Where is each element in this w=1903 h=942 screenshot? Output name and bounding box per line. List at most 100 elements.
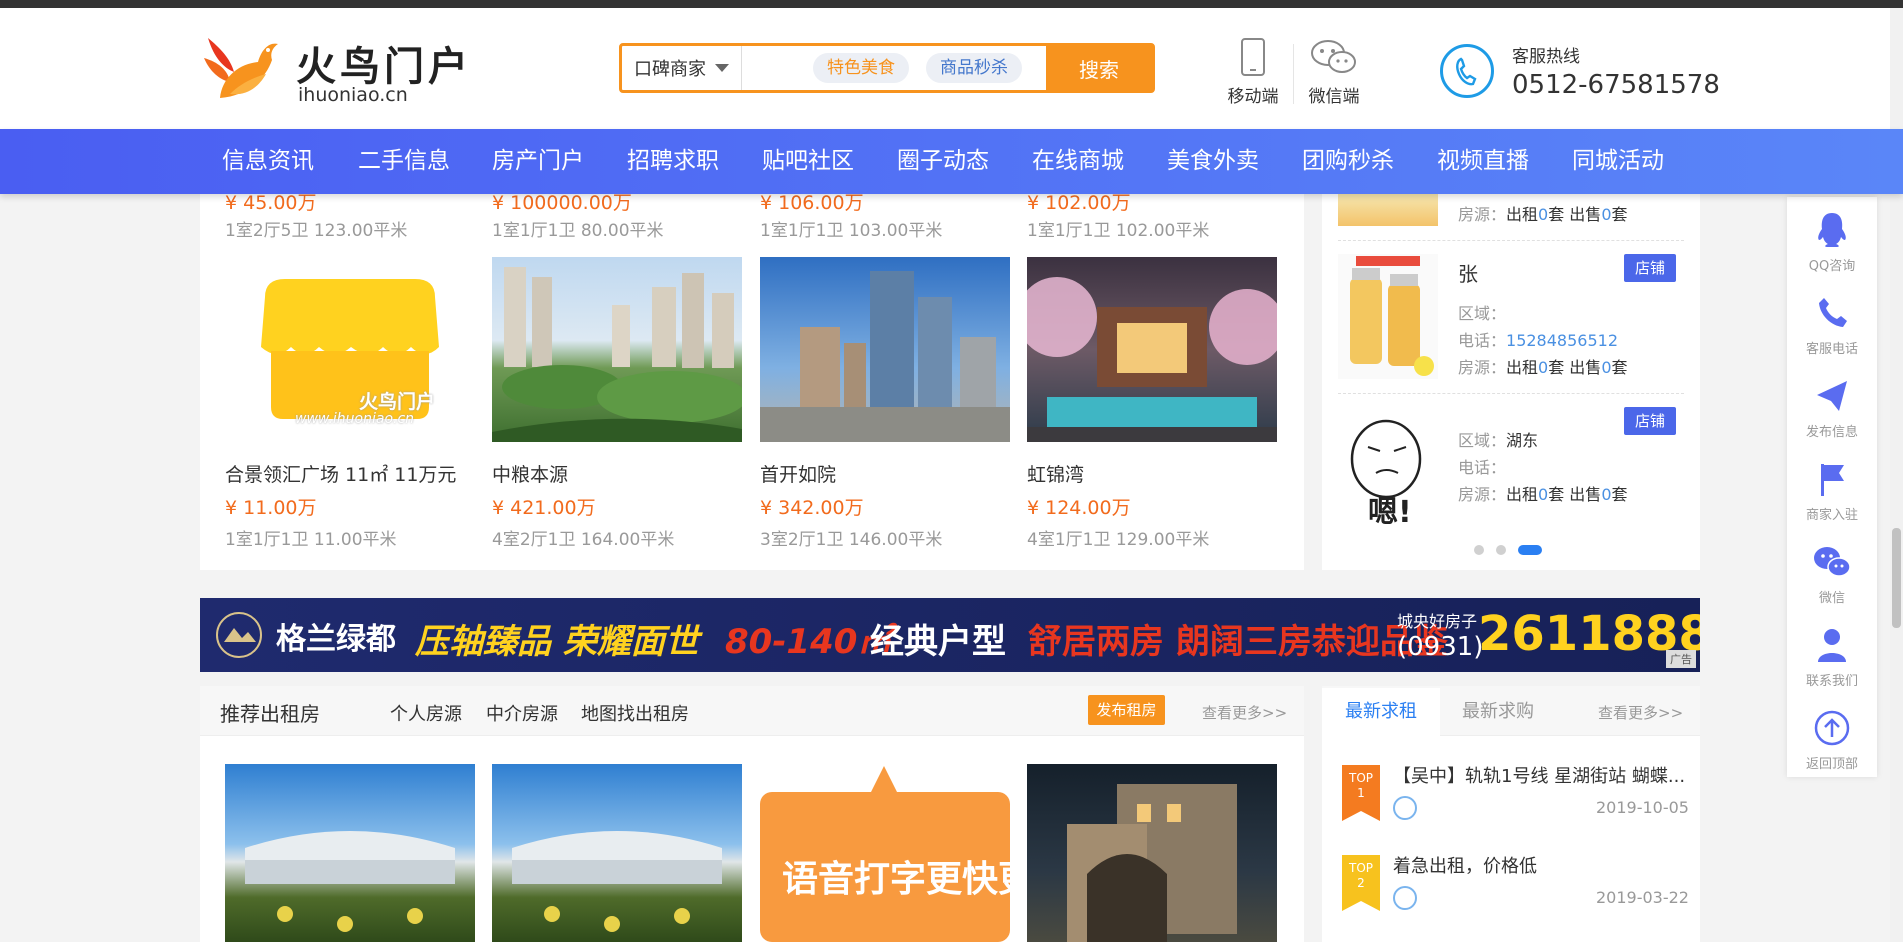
shop-name[interactable]: 张 (1458, 258, 1478, 287)
station-photo (512, 831, 722, 932)
banner-brand: 格兰绿都 (276, 622, 396, 657)
rent-image[interactable]: 语音打字更快更人性 (760, 764, 1010, 942)
shop-phone: 电话： (1458, 458, 1507, 477)
scrollbar-thumb[interactable] (1892, 528, 1901, 628)
nav-item-food[interactable]: 美食外卖 (1167, 129, 1259, 194)
view-more-link[interactable]: 查看更多>> (1202, 702, 1287, 723)
house-card[interactable]: 首开如院 ¥ 342.00万 3室2厅1卫 146.00平米 (760, 257, 1010, 550)
tab-map[interactable]: 地图找出租房 (581, 700, 689, 726)
nav-item-live[interactable]: 视频直播 (1437, 129, 1529, 194)
house-card[interactable]: 中粮本源 ¥ 421.00万 4室2厅1卫 164.00平米 (492, 257, 742, 550)
nav-item-secondhand[interactable]: 二手信息 (358, 129, 450, 194)
rank-badge: TOP 1 (1342, 765, 1380, 821)
search-tag-food[interactable]: 特色美食 (813, 53, 909, 83)
rent-image[interactable] (1027, 764, 1277, 942)
station-photo (245, 831, 455, 932)
side-toolbar: QQ咨询 客服电话 发布信息 商家入驻 微信 联系我们 返回顶部 (1787, 197, 1877, 777)
wanted-item-date: 2019-10-05 (1596, 798, 1689, 817)
phone-icon[interactable] (1393, 886, 1417, 910)
search-tag-flashsale[interactable]: 商品秒杀 (926, 53, 1022, 83)
house-image[interactable] (1027, 257, 1277, 442)
nav-item-events[interactable]: 同城活动 (1572, 129, 1664, 194)
villa-photo (1067, 784, 1237, 942)
tower-photo (760, 271, 1010, 442)
nav-item-house[interactable]: 房产门户 (492, 129, 584, 194)
arrow-up-icon (1814, 710, 1850, 746)
side-publish[interactable]: 发布信息 (1787, 377, 1877, 440)
wanted-item-date: 2019-03-22 (1596, 888, 1689, 907)
house-price: ¥ 342.00万 (760, 497, 864, 519)
house-price: ¥ 124.00万 (1027, 497, 1131, 519)
house-image[interactable]: 火鸟门户 www.ihuoniao.cn (225, 257, 475, 442)
shop-image[interactable]: 嗯! (1338, 407, 1438, 532)
carousel-dot[interactable] (1496, 545, 1506, 555)
house-image[interactable] (492, 257, 742, 442)
publish-rent-button[interactable]: 发布租房 (1088, 695, 1165, 725)
courtyard-photo (1027, 277, 1277, 442)
nav-item-circle[interactable]: 圈子动态 (897, 129, 989, 194)
house-name[interactable]: 虹锦湾 (1027, 460, 1277, 487)
residential-photo (492, 267, 742, 442)
nav-item-news[interactable]: 信息资讯 (222, 129, 314, 194)
house-name[interactable]: 合景领汇广场 11㎡ 11万元 (225, 460, 475, 487)
nav-item-groupbuy[interactable]: 团购秒杀 (1302, 129, 1394, 194)
search-button[interactable]: 搜索 (1046, 46, 1152, 90)
tab-personal[interactable]: 个人房源 (390, 700, 462, 726)
carousel-dot-active[interactable] (1518, 545, 1542, 555)
tab-latest-buy-wanted[interactable]: 最新求购 (1462, 688, 1534, 736)
side-merchant-join[interactable]: 商家入驻 (1787, 460, 1877, 523)
nav-item-jobs[interactable]: 招聘求职 (627, 129, 719, 194)
shop-image[interactable] (1338, 194, 1438, 226)
header-divider (1293, 44, 1294, 104)
house-name[interactable]: 首开如院 (760, 460, 1010, 487)
house-spec: 4室2厅1卫 164.00平米 (492, 530, 675, 550)
tab-latest-rent-wanted[interactable]: 最新求租 (1322, 688, 1440, 736)
shop-image-text: 嗯! (1368, 495, 1412, 530)
house-spec: 4室1厅1卫 129.00平米 (1027, 530, 1210, 550)
side-wechat[interactable]: 微信 (1787, 543, 1877, 606)
shop-separator (1338, 393, 1684, 394)
nav-item-mall[interactable]: 在线商城 (1032, 129, 1124, 194)
house-card[interactable]: 虹锦湾 ¥ 124.00万 4室1厅1卫 129.00平米 (1027, 257, 1277, 550)
shop-badge[interactable]: 店铺 (1624, 254, 1676, 282)
ad-banner[interactable]: 格兰绿都 压轴臻品 荣耀面世 80-140㎡ 经典户型 舒居两房 朗阔三房恭迎品… (200, 598, 1700, 672)
search-category-value: 口碑商家 (634, 59, 706, 80)
search-category-select[interactable]: 口碑商家 (622, 46, 742, 90)
phone-icon[interactable] (1393, 796, 1417, 820)
mobile-link[interactable]: 移动端 (1223, 38, 1283, 107)
wanted-item-title[interactable]: 【吴中】轨轨1号线 星湖街站 蝴蝶... (1393, 762, 1685, 788)
side-service-phone[interactable]: 客服电话 (1787, 294, 1877, 357)
side-contact[interactable]: 联系我们 (1787, 626, 1877, 689)
house-card[interactable]: 火鸟门户 www.ihuoniao.cn 合景领汇广场 11㎡ 11万元 ¥ 1… (225, 257, 475, 550)
wechat-label: 微信端 (1308, 87, 1360, 107)
tab-agency[interactable]: 中介房源 (486, 700, 558, 726)
banner-size: 80-140㎡ (725, 622, 892, 662)
house-name[interactable]: 中粮本源 (492, 460, 742, 487)
banner-area-code: (0931) (1397, 632, 1484, 662)
header: 火鸟门户 ihuoniao.cn 口碑商家 特色美食 商品秒杀 搜索 移动端 微… (0, 8, 1903, 129)
ad-label: 广告 (1666, 650, 1696, 668)
rank-badge: TOP 2 (1342, 855, 1380, 911)
shop-badge[interactable]: 店铺 (1624, 407, 1676, 435)
brand-emblem-icon (216, 612, 262, 658)
firebird-logo-icon (204, 38, 278, 98)
shop-phone: 电话：15284856512 (1458, 331, 1618, 350)
house-spec: 1室1厅1卫 11.00平米 (225, 530, 397, 550)
wanted-item-title[interactable]: 着急出租，价格低 (1393, 852, 1537, 878)
rent-image[interactable] (225, 764, 475, 942)
side-back-to-top[interactable]: 返回顶部 (1787, 709, 1877, 772)
side-qq[interactable]: QQ咨询 (1787, 211, 1877, 274)
house-price: ¥ 11.00万 (225, 497, 317, 519)
view-more-link[interactable]: 查看更多>> (1598, 702, 1683, 723)
site-logo[interactable]: 火鸟门户 ihuoniao.cn (200, 28, 480, 108)
shop-image[interactable] (1338, 254, 1438, 379)
house-spec: 3室2厅1卫 146.00平米 (760, 530, 943, 550)
partial-spec-1: 1室2厅5卫 123.00平米 (225, 221, 408, 241)
rent-image[interactable] (492, 764, 742, 942)
wechat-link[interactable]: 微信端 (1304, 38, 1364, 107)
mobile-phone-icon (1241, 38, 1265, 76)
nav-item-tieba[interactable]: 贴吧社区 (762, 129, 854, 194)
search-bar: 口碑商家 特色美食 商品秒杀 搜索 (619, 43, 1155, 93)
carousel-dot[interactable] (1474, 545, 1484, 555)
house-image[interactable] (760, 257, 1010, 442)
